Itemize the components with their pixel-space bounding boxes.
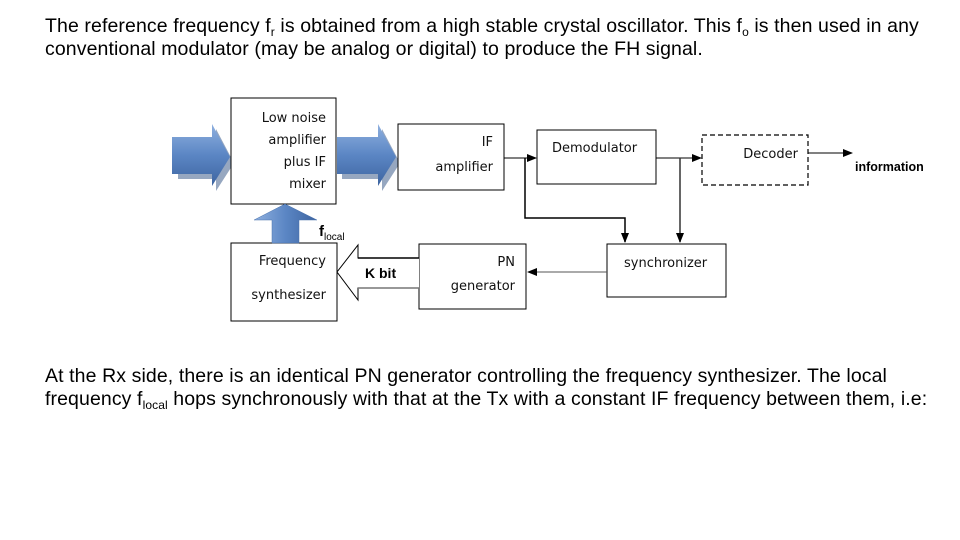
receiver-block-diagram: Low noise amplifier plus IF mixer IF amp… (172, 97, 924, 322)
lna-block: Low noise amplifier plus IF mixer (230, 97, 337, 205)
freq-synth-label-line1: Frequency (259, 254, 326, 269)
lna-label-line3: plus IF (284, 155, 326, 170)
decoder-block: Decoder (701, 134, 809, 186)
pn-gen-label-line2: generator (451, 279, 516, 294)
f-local-label: flocal (319, 223, 345, 243)
rx-text-2: hops synchronously with that at the Tx w… (167, 388, 928, 410)
f-local-up-arrow (253, 203, 318, 244)
if-amp-label-line1: IF (482, 135, 493, 150)
information-label: information (855, 160, 924, 174)
rx-paragraph: At the Rx side, there is an identical PN… (45, 365, 945, 411)
lna-label-line2: amplifier (268, 133, 326, 148)
flocal-subscript: local (142, 398, 168, 412)
pn-generator-block: PN generator (418, 243, 527, 310)
k-bit-bus-arrow: K bit (336, 243, 419, 302)
demodulator-block: Demodulator (536, 129, 657, 185)
decoder-label: Decoder (743, 147, 798, 162)
if-amplifier-block: IF amplifier (397, 123, 505, 191)
demodulator-label: Demodulator (552, 141, 638, 156)
freq-synth-label-line2: synthesizer (251, 288, 326, 303)
lna-label-line4: mixer (289, 177, 327, 192)
input-signal-arrow (172, 124, 234, 191)
if-amp-label-line2: amplifier (435, 160, 493, 175)
lna-to-if-arrow (337, 124, 400, 191)
k-bit-label: K bit (365, 265, 396, 281)
f-local-sub: local (324, 232, 345, 243)
frequency-synthesizer-block: Frequency synthesizer (230, 242, 338, 322)
synchronizer-label: synchronizer (624, 256, 708, 271)
pn-gen-label-line1: PN (497, 255, 515, 270)
synchronizer-block: synchronizer (606, 243, 727, 298)
lna-label-line1: Low noise (262, 111, 326, 126)
